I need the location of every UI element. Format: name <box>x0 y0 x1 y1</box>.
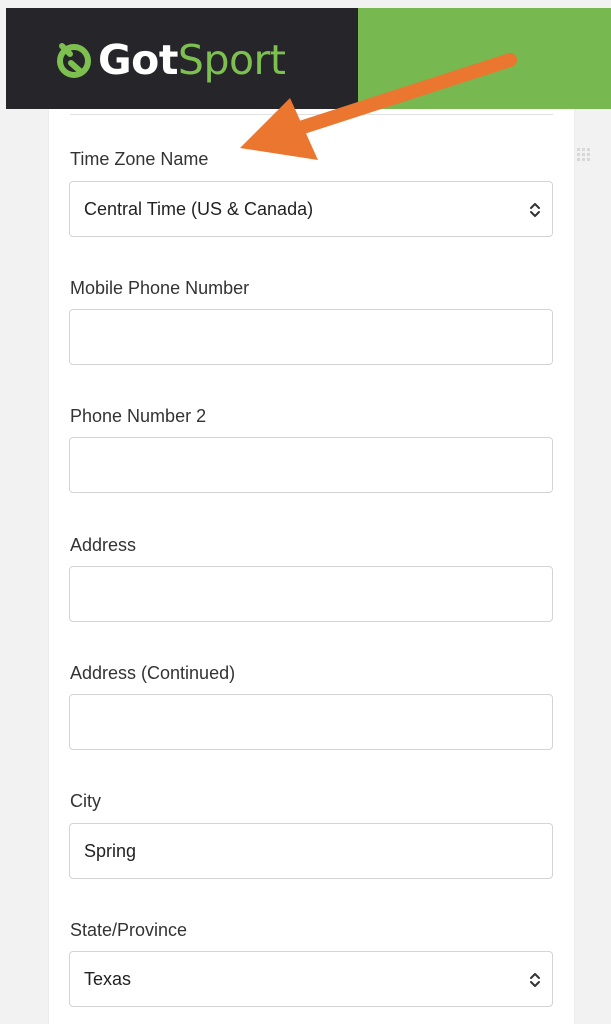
card-divider <box>70 114 553 115</box>
gotsport-logo-icon <box>57 43 91 78</box>
address-input[interactable] <box>69 566 553 622</box>
page: GotSport Time Zone Name Central Time (US… <box>0 0 611 1024</box>
mobile-phone-input[interactable] <box>69 309 553 365</box>
time-zone-select[interactable]: Central Time (US & Canada) <box>69 181 553 237</box>
logo-sport-text: Sport <box>177 35 286 84</box>
select-caret-icon <box>530 973 540 987</box>
address-label: Address <box>70 535 137 555</box>
mobile-phone-label: Mobile Phone Number <box>70 278 250 298</box>
city-value: Spring <box>84 841 137 861</box>
state-value: Texas <box>84 969 132 989</box>
time-zone-value: Central Time (US & Canada) <box>84 199 314 219</box>
phone-2-label: Phone Number 2 <box>70 406 207 426</box>
form-card <box>48 100 575 1024</box>
logo-wordmark: GotSport <box>98 39 286 81</box>
select-caret-icon <box>530 203 540 217</box>
grid-icon[interactable] <box>577 148 591 162</box>
logo-got-text: Got <box>98 35 178 84</box>
time-zone-label: Time Zone Name <box>70 149 209 169</box>
state-select[interactable]: Texas <box>69 951 553 1007</box>
header-banner-green <box>358 8 611 109</box>
gotsport-logo: GotSport <box>54 33 286 87</box>
state-label: State/Province <box>70 920 188 940</box>
city-input[interactable]: Spring <box>69 823 553 879</box>
address-continued-input[interactable] <box>69 694 553 750</box>
city-label: City <box>70 791 101 811</box>
address-continued-label: Address (Continued) <box>70 663 236 683</box>
phone-2-input[interactable] <box>69 437 553 493</box>
